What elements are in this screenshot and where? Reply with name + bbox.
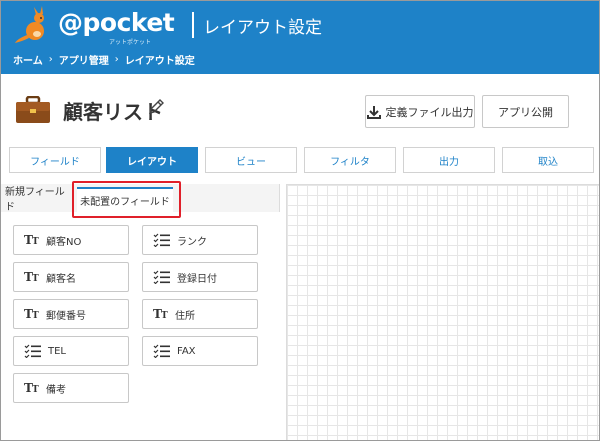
tab-filter[interactable]: フィルタ xyxy=(304,147,396,173)
text-field-icon: TT xyxy=(24,270,39,284)
text-field-icon: TT xyxy=(24,307,39,321)
field-label: ランク xyxy=(177,236,207,248)
breadcrumb-home[interactable]: ホーム xyxy=(13,52,43,67)
highlight-annotation xyxy=(72,181,181,218)
field-label: 住所 xyxy=(175,310,195,322)
layout-grid-canvas[interactable] xyxy=(286,184,599,440)
field-item-tel[interactable]: TEL xyxy=(13,336,129,366)
breadcrumb: ホーム › アプリ管理 › レイアウト設定 xyxy=(13,52,195,67)
download-icon xyxy=(366,105,381,119)
unplaced-field-list: TT 顧客NO ランク TT 顧客名 登録日付 TT 郵便番号 TT 住所 TE… xyxy=(1,212,280,440)
tab-layout-label: レイアウト xyxy=(127,156,177,168)
field-item-postal-code[interactable]: TT 郵便番号 xyxy=(13,299,129,329)
field-item-address[interactable]: TT 住所 xyxy=(142,299,258,329)
kangaroo-logo-icon xyxy=(15,6,44,43)
breadcrumb-app-management[interactable]: アプリ管理 xyxy=(59,52,109,67)
header-divider xyxy=(192,12,194,38)
checklist-icon xyxy=(153,270,170,284)
main-tab-bar: フィールド レイアウト ビュー フィルタ 出力 取込 xyxy=(1,147,599,177)
field-label: FAX xyxy=(177,345,196,357)
export-definition-button[interactable]: 定義ファイル出力 xyxy=(365,95,475,128)
page-title: レイアウト設定 xyxy=(203,18,322,38)
field-item-registration-date[interactable]: 登録日付 xyxy=(142,262,258,292)
export-definition-label: 定義ファイル出力 xyxy=(385,105,474,119)
field-item-customer-no[interactable]: TT 顧客NO xyxy=(13,225,129,255)
breadcrumb-separator: › xyxy=(48,54,53,65)
tab-layout[interactable]: レイアウト xyxy=(106,147,198,173)
breadcrumb-separator: › xyxy=(114,54,119,65)
app-window: @pocket アットポケット レイアウト設定 ホーム › アプリ管理 › レイ… xyxy=(0,0,600,441)
field-label: 顧客名 xyxy=(46,273,76,285)
subtab-new-field[interactable]: 新規フィールド xyxy=(5,184,71,213)
app-header: @pocket アットポケット レイアウト設定 ホーム › アプリ管理 › レイ… xyxy=(1,1,599,74)
briefcase-icon xyxy=(16,96,50,123)
pencil-edit-icon[interactable] xyxy=(147,98,165,116)
field-label: 顧客NO xyxy=(46,236,82,248)
field-label: 備考 xyxy=(46,384,66,396)
field-item-rank[interactable]: ランク xyxy=(142,225,258,255)
field-item-notes[interactable]: TT 備考 xyxy=(13,373,129,403)
field-label: 登録日付 xyxy=(177,273,217,285)
tab-view[interactable]: ビュー xyxy=(205,147,297,173)
checklist-icon xyxy=(153,344,170,358)
text-field-icon: TT xyxy=(24,233,39,247)
text-field-icon: TT xyxy=(24,381,39,395)
field-label: TEL xyxy=(48,345,66,357)
field-item-fax[interactable]: FAX xyxy=(142,336,258,366)
tab-filter-label: フィルタ xyxy=(330,156,370,168)
checklist-icon xyxy=(153,233,170,247)
field-item-customer-name[interactable]: TT 顧客名 xyxy=(13,262,129,292)
tab-output-label: 出力 xyxy=(439,156,459,168)
breadcrumb-layout-settings: レイアウト設定 xyxy=(124,56,195,67)
logo-subtext: アットポケット xyxy=(109,39,152,46)
text-field-icon: TT xyxy=(153,307,168,321)
tab-import[interactable]: 取込 xyxy=(502,147,594,173)
field-palette-panel: 新規フィールド 未配置のフィールド TT 顧客NO ランク TT 顧客名 登録日… xyxy=(1,184,280,440)
tab-import-label: 取込 xyxy=(538,156,558,168)
checklist-icon xyxy=(24,344,41,358)
publish-app-button[interactable]: アプリ公開 xyxy=(482,95,569,128)
tab-fields[interactable]: フィールド xyxy=(9,147,101,173)
tab-fields-label: フィールド xyxy=(30,156,80,168)
tab-view-label: ビュー xyxy=(236,156,266,168)
tab-output[interactable]: 出力 xyxy=(403,147,495,173)
publish-app-label: アプリ公開 xyxy=(498,105,553,119)
field-label: 郵便番号 xyxy=(46,310,86,322)
logo-text: @pocket xyxy=(58,8,175,37)
subtab-new-field-label: 新規フィールド xyxy=(5,187,65,213)
